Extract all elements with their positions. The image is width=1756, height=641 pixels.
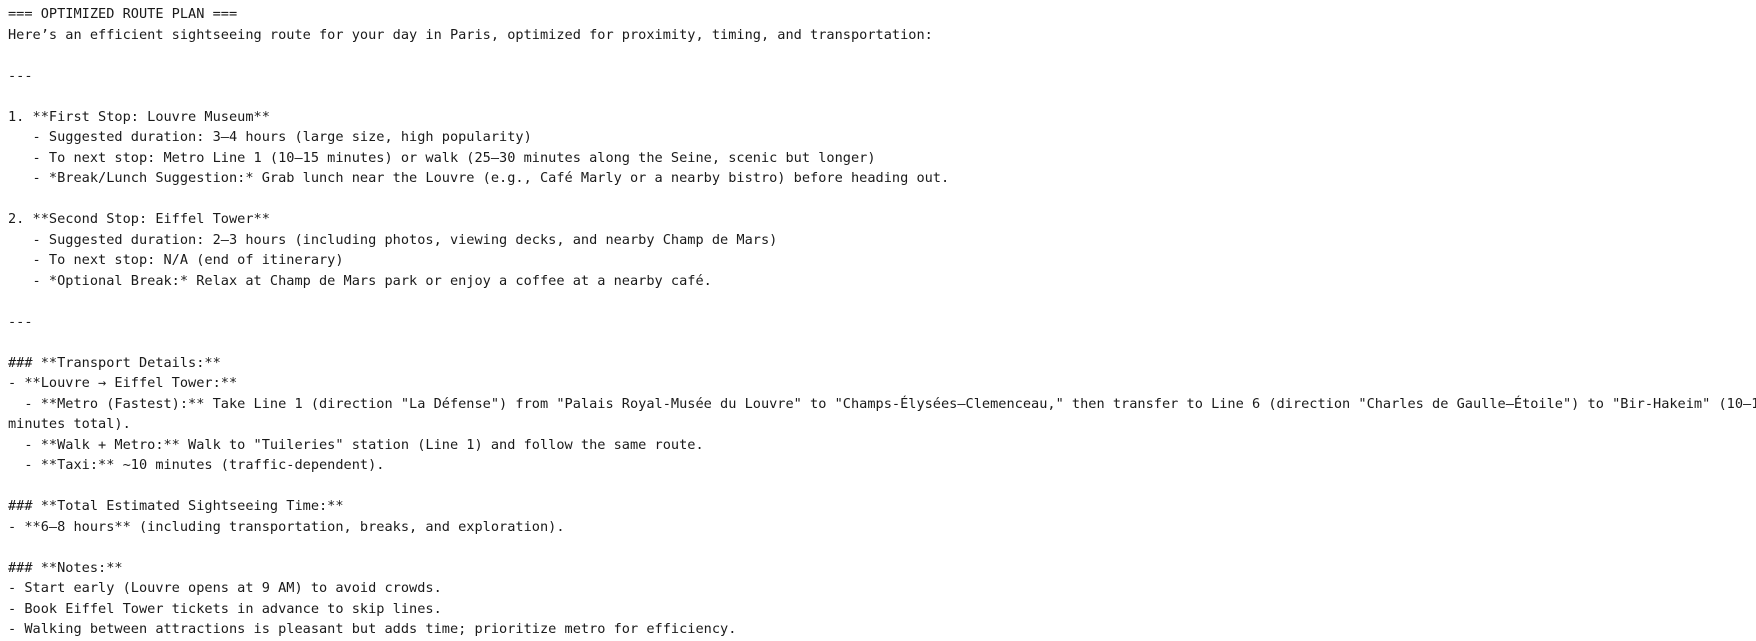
transport-metro-continued: minutes total).	[8, 416, 131, 432]
transport-taxi: - **Taxi:** ~10 minutes (traffic-depende…	[8, 457, 385, 473]
note-item: - Walking between attractions is pleasan…	[8, 621, 737, 637]
note-item: - Start early (Louvre opens at 9 AM) to …	[8, 580, 442, 596]
transport-route: - **Louvre → Eiffel Tower:**	[8, 375, 238, 391]
stop-1-duration: - Suggested duration: 3–4 hours (large s…	[8, 129, 532, 145]
stop-2-break: - *Optional Break:* Relax at Champ de Ma…	[8, 272, 712, 289]
stop-1-break: - *Break/Lunch Suggestion:* Grab lunch n…	[8, 170, 950, 186]
note-item: - Book Eiffel Tower tickets in advance t…	[8, 600, 442, 617]
total-time-heading: ### **Total Estimated Sightseeing Time:*…	[8, 498, 344, 514]
notes-heading: ### **Notes:**	[8, 559, 123, 576]
stop-1-heading: 1. **First Stop: Louvre Museum**	[8, 108, 270, 125]
transport-walk-metro: - **Walk + Metro:** Walk to "Tuileries" …	[8, 436, 704, 453]
transport-heading: ### **Transport Details:**	[8, 354, 221, 371]
divider: ---	[8, 313, 33, 330]
total-time-value: - **6–8 hours** (including transportatio…	[8, 518, 565, 535]
divider: ---	[8, 67, 33, 84]
stop-2-heading: 2. **Second Stop: Eiffel Tower**	[8, 211, 270, 227]
transport-metro: - **Metro (Fastest):** Take Line 1 (dire…	[8, 395, 1756, 412]
stop-2-next: - To next stop: N/A (end of itinerary)	[8, 252, 344, 268]
intro-text: Here’s an efficient sightseeing route fo…	[8, 26, 933, 43]
route-plan-document: === OPTIMIZED ROUTE PLAN === Here’s an e…	[8, 4, 1756, 640]
document-title: === OPTIMIZED ROUTE PLAN ===	[8, 6, 238, 22]
stop-2-duration: - Suggested duration: 2–3 hours (includi…	[8, 231, 778, 248]
stop-1-next: - To next stop: Metro Line 1 (10–15 minu…	[8, 149, 876, 166]
